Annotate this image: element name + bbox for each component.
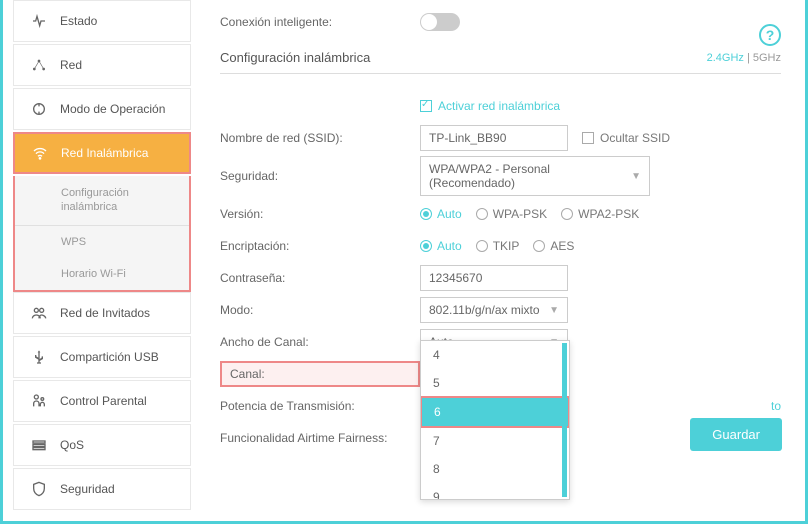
txpower-trailing: to xyxy=(771,399,781,413)
pulse-icon xyxy=(28,13,50,29)
txpower-label: Potencia de Transmisión: xyxy=(220,399,420,413)
channel-opt-4[interactable]: 4 xyxy=(421,341,569,369)
chevron-down-icon: ▼ xyxy=(549,305,559,316)
nav-wireless[interactable]: Red Inalámbrica xyxy=(13,132,191,174)
security-select[interactable]: WPA/WPA2 - Personal (Recomendado)▼ xyxy=(420,156,650,196)
password-row: Contraseña: xyxy=(220,264,781,292)
nav-label: Compartición USB xyxy=(60,350,159,364)
password-label: Contraseña: xyxy=(220,271,420,285)
enable-row: Activar red inalámbrica xyxy=(220,92,781,120)
version-wpapsk[interactable]: WPA-PSK xyxy=(476,207,547,221)
channel-label: Canal: xyxy=(220,361,420,387)
enc-aes[interactable]: AES xyxy=(533,239,574,253)
mode-row: Modo: 802.11b/g/n/ax mixto▼ xyxy=(220,296,781,324)
radio-icon xyxy=(476,208,488,220)
nav-label: Estado xyxy=(60,14,97,28)
checkbox-icon xyxy=(582,132,594,144)
radio-icon xyxy=(533,240,545,252)
ssid-row: Nombre de red (SSID): Ocultar SSID xyxy=(220,124,781,152)
sub-config[interactable]: Configuración inalámbrica xyxy=(15,176,189,226)
nav-security[interactable]: Seguridad xyxy=(13,468,191,510)
usb-icon xyxy=(28,349,50,365)
nav-parental[interactable]: Control Parental xyxy=(13,380,191,422)
mode-icon xyxy=(28,101,50,117)
mode-select[interactable]: 802.11b/g/n/ax mixto▼ xyxy=(420,297,568,323)
version-wpa2psk[interactable]: WPA2-PSK xyxy=(561,207,639,221)
radio-icon xyxy=(420,208,432,220)
network-icon xyxy=(28,57,50,73)
channel-dropdown[interactable]: 4 5 6 7 8 9 10 xyxy=(420,340,570,500)
enable-wireless-checkbox[interactable]: Activar red inalámbrica xyxy=(420,99,560,113)
chwidth-label: Ancho de Canal: xyxy=(220,335,420,349)
band-24[interactable]: 2.4GHz xyxy=(707,52,744,64)
radio-icon xyxy=(476,240,488,252)
parental-icon xyxy=(28,393,50,409)
band-switch: 2.4GHz | 5GHz xyxy=(707,52,781,64)
nav-estado[interactable]: Estado xyxy=(13,0,191,42)
ssid-label: Nombre de red (SSID): xyxy=(220,131,420,145)
section-header: Configuración inalámbrica 2.4GHz | 5GHz xyxy=(220,50,781,74)
mode-label: Modo: xyxy=(220,303,420,317)
guests-icon xyxy=(28,305,50,321)
smart-connection-toggle[interactable] xyxy=(420,13,460,31)
hide-ssid-checkbox[interactable]: Ocultar SSID xyxy=(582,131,670,145)
channel-opt-6[interactable]: 6 xyxy=(420,396,570,428)
channel-opt-9[interactable]: 9 xyxy=(421,483,569,500)
chevron-down-icon: ▼ xyxy=(631,171,641,182)
nav-label: Red de Invitados xyxy=(60,306,150,320)
nav-label: Red Inalámbrica xyxy=(61,146,148,160)
channel-opt-5[interactable]: 5 xyxy=(421,369,569,397)
nav-label: Modo de Operación xyxy=(60,102,165,116)
ssid-input[interactable] xyxy=(420,125,568,151)
nav-modo[interactable]: Modo de Operación xyxy=(13,88,191,130)
version-auto[interactable]: Auto xyxy=(420,207,462,221)
enc-tkip[interactable]: TKIP xyxy=(476,239,520,253)
checkbox-icon xyxy=(420,100,432,112)
wifi-icon xyxy=(29,145,51,161)
nav-red[interactable]: Red xyxy=(13,44,191,86)
shield-icon xyxy=(28,481,50,497)
radio-icon xyxy=(561,208,573,220)
sub-schedule[interactable]: Horario Wi-Fi xyxy=(15,258,189,290)
channel-opt-7[interactable]: 7 xyxy=(421,427,569,455)
airtime-label: Funcionalidad Airtime Fairness: xyxy=(220,431,420,445)
channel-opt-8[interactable]: 8 xyxy=(421,455,569,483)
enc-auto[interactable]: Auto xyxy=(420,239,462,253)
nav-label: Control Parental xyxy=(60,394,147,408)
sidebar: Estado Red Modo de Operación Red Inalámb… xyxy=(13,0,191,524)
nav-label: Red xyxy=(60,58,82,72)
band-5[interactable]: 5GHz xyxy=(753,52,781,64)
security-label: Seguridad: xyxy=(220,169,420,183)
section-title: Configuración inalámbrica xyxy=(220,50,370,65)
save-button[interactable]: Guardar xyxy=(690,418,782,451)
qos-icon xyxy=(28,437,50,453)
nav-label: Seguridad xyxy=(60,482,115,496)
encryption-label: Encriptación: xyxy=(220,239,420,253)
security-row: Seguridad: WPA/WPA2 - Personal (Recomend… xyxy=(220,156,781,196)
smart-connection-label: Conexión inteligente: xyxy=(220,15,420,29)
nav-label: QoS xyxy=(60,438,84,452)
nav-usb[interactable]: Compartición USB xyxy=(13,336,191,378)
version-label: Versión: xyxy=(220,207,420,221)
nav-qos[interactable]: QoS xyxy=(13,424,191,466)
radio-icon xyxy=(420,240,432,252)
nav-guest[interactable]: Red de Invitados xyxy=(13,292,191,334)
help-icon[interactable]: ? xyxy=(759,24,781,46)
password-input[interactable] xyxy=(420,265,568,291)
version-row: Versión: Auto WPA-PSK WPA2-PSK xyxy=(220,200,781,228)
sub-wps[interactable]: WPS xyxy=(15,226,189,258)
smart-connection-row: Conexión inteligente: xyxy=(220,8,781,36)
encryption-row: Encriptación: Auto TKIP AES xyxy=(220,232,781,260)
wireless-submenu: Configuración inalámbrica WPS Horario Wi… xyxy=(13,176,191,292)
